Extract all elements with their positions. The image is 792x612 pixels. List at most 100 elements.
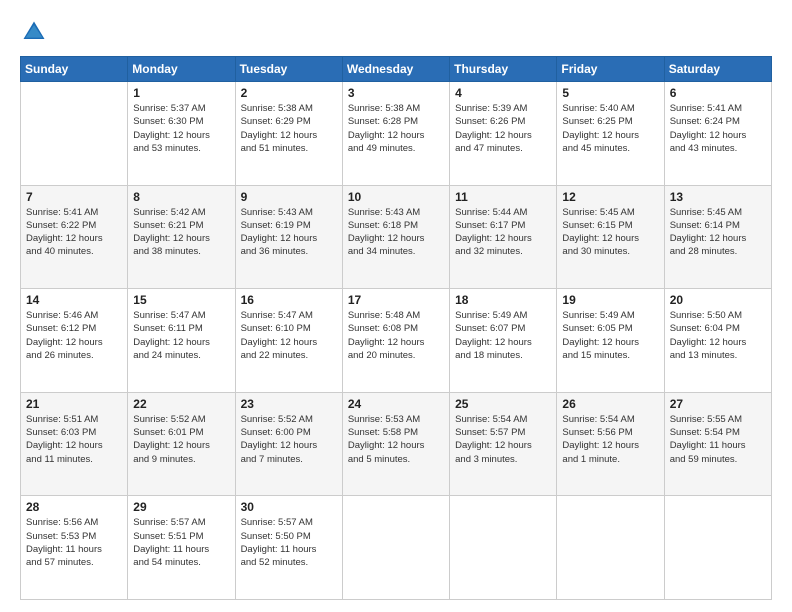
calendar-cell: 21 Sunrise: 5:51 AM Sunset: 6:03 PM Dayli…	[21, 392, 128, 496]
calendar-cell: 23Sunrise: 5:52 AM Sunset: 6:00 PM Dayli…	[235, 392, 342, 496]
logo	[20, 18, 52, 46]
calendar-cell: 7 Sunrise: 5:41 AM Sunset: 6:22 PM Daylig…	[21, 185, 128, 289]
weekday-header-sunday: Sunday	[21, 57, 128, 82]
day-number: 29	[133, 500, 229, 514]
calendar-cell: 20 Sunrise: 5:50 AM Sunset: 6:04 PM Dayli…	[664, 289, 771, 393]
day-number: 3	[348, 86, 444, 100]
day-number: 12	[562, 190, 658, 204]
weekday-header-saturday: Saturday	[664, 57, 771, 82]
day-number: 2	[241, 86, 337, 100]
day-info: Sunrise: 5:47 AM Sunset: 6:11 PM Dayligh…	[133, 309, 229, 362]
day-number: 1	[133, 86, 229, 100]
day-number: 10	[348, 190, 444, 204]
day-info: Sunrise: 5:53 AM Sunset: 5:58 PM Dayligh…	[348, 413, 444, 466]
calendar-cell: 9 Sunrise: 5:43 AM Sunset: 6:19 PM Daylig…	[235, 185, 342, 289]
day-info: Sunrise: 5:56 AM Sunset: 5:53 PM Dayligh…	[26, 516, 122, 569]
day-number: 28	[26, 500, 122, 514]
calendar-cell: 19 Sunrise: 5:49 AM Sunset: 6:05 PM Dayli…	[557, 289, 664, 393]
header	[20, 18, 772, 46]
calendar-cell: 14 Sunrise: 5:46 AM Sunset: 6:12 PM Dayli…	[21, 289, 128, 393]
calendar-cell: 24 Sunrise: 5:53 AM Sunset: 5:58 PM Dayli…	[342, 392, 449, 496]
calendar-cell: 5 Sunrise: 5:40 AM Sunset: 6:25 PM Daylig…	[557, 82, 664, 186]
day-info: Sunrise: 5:42 AM Sunset: 6:21 PM Dayligh…	[133, 206, 229, 259]
day-info: Sunrise: 5:38 AM Sunset: 6:29 PM Dayligh…	[241, 102, 337, 155]
day-number: 30	[241, 500, 337, 514]
day-info: Sunrise: 5:48 AM Sunset: 6:08 PM Dayligh…	[348, 309, 444, 362]
calendar-week-row: 7 Sunrise: 5:41 AM Sunset: 6:22 PM Daylig…	[21, 185, 772, 289]
calendar-cell: 2 Sunrise: 5:38 AM Sunset: 6:29 PM Daylig…	[235, 82, 342, 186]
day-number: 27	[670, 397, 766, 411]
day-number: 6	[670, 86, 766, 100]
day-number: 11	[455, 190, 551, 204]
day-info: Sunrise: 5:45 AM Sunset: 6:14 PM Dayligh…	[670, 206, 766, 259]
calendar-cell: 26 Sunrise: 5:54 AM Sunset: 5:56 PM Dayli…	[557, 392, 664, 496]
day-number: 13	[670, 190, 766, 204]
calendar-cell	[664, 496, 771, 600]
calendar-cell: 13 Sunrise: 5:45 AM Sunset: 6:14 PM Dayli…	[664, 185, 771, 289]
weekday-header-row: SundayMondayTuesdayWednesdayThursdayFrid…	[21, 57, 772, 82]
day-info: Sunrise: 5:45 AM Sunset: 6:15 PM Dayligh…	[562, 206, 658, 259]
weekday-header-tuesday: Tuesday	[235, 57, 342, 82]
calendar-cell	[450, 496, 557, 600]
calendar-cell: 3 Sunrise: 5:38 AM Sunset: 6:28 PM Daylig…	[342, 82, 449, 186]
calendar-cell: 1 Sunrise: 5:37 AM Sunset: 6:30 PM Daylig…	[128, 82, 235, 186]
day-number: 26	[562, 397, 658, 411]
day-info: Sunrise: 5:50 AM Sunset: 6:04 PM Dayligh…	[670, 309, 766, 362]
weekday-header-monday: Monday	[128, 57, 235, 82]
day-number: 5	[562, 86, 658, 100]
day-number: 9	[241, 190, 337, 204]
day-number: 22	[133, 397, 229, 411]
calendar-cell: 15Sunrise: 5:47 AM Sunset: 6:11 PM Dayli…	[128, 289, 235, 393]
weekday-header-wednesday: Wednesday	[342, 57, 449, 82]
day-info: Sunrise: 5:51 AM Sunset: 6:03 PM Dayligh…	[26, 413, 122, 466]
calendar-cell: 25Sunrise: 5:54 AM Sunset: 5:57 PM Dayli…	[450, 392, 557, 496]
day-number: 7	[26, 190, 122, 204]
calendar-cell	[342, 496, 449, 600]
calendar-cell: 27 Sunrise: 5:55 AM Sunset: 5:54 PM Dayli…	[664, 392, 771, 496]
calendar-cell: 28 Sunrise: 5:56 AM Sunset: 5:53 PM Dayli…	[21, 496, 128, 600]
day-info: Sunrise: 5:41 AM Sunset: 6:24 PM Dayligh…	[670, 102, 766, 155]
day-info: Sunrise: 5:49 AM Sunset: 6:07 PM Dayligh…	[455, 309, 551, 362]
calendar-week-row: 14 Sunrise: 5:46 AM Sunset: 6:12 PM Dayli…	[21, 289, 772, 393]
day-info: Sunrise: 5:47 AM Sunset: 6:10 PM Dayligh…	[241, 309, 337, 362]
day-number: 17	[348, 293, 444, 307]
day-number: 21	[26, 397, 122, 411]
calendar-cell	[557, 496, 664, 600]
day-info: Sunrise: 5:46 AM Sunset: 6:12 PM Dayligh…	[26, 309, 122, 362]
calendar-cell: 22 Sunrise: 5:52 AM Sunset: 6:01 PM Dayli…	[128, 392, 235, 496]
day-info: Sunrise: 5:43 AM Sunset: 6:18 PM Dayligh…	[348, 206, 444, 259]
calendar-week-row: 1 Sunrise: 5:37 AM Sunset: 6:30 PM Daylig…	[21, 82, 772, 186]
day-number: 23	[241, 397, 337, 411]
day-info: Sunrise: 5:37 AM Sunset: 6:30 PM Dayligh…	[133, 102, 229, 155]
calendar-cell: 17 Sunrise: 5:48 AM Sunset: 6:08 PM Dayli…	[342, 289, 449, 393]
day-number: 16	[241, 293, 337, 307]
calendar-cell: 29Sunrise: 5:57 AM Sunset: 5:51 PM Dayli…	[128, 496, 235, 600]
day-info: Sunrise: 5:49 AM Sunset: 6:05 PM Dayligh…	[562, 309, 658, 362]
calendar-cell: 4Sunrise: 5:39 AM Sunset: 6:26 PM Daylig…	[450, 82, 557, 186]
day-info: Sunrise: 5:38 AM Sunset: 6:28 PM Dayligh…	[348, 102, 444, 155]
calendar-cell: 10 Sunrise: 5:43 AM Sunset: 6:18 PM Dayli…	[342, 185, 449, 289]
day-info: Sunrise: 5:54 AM Sunset: 5:56 PM Dayligh…	[562, 413, 658, 466]
day-number: 20	[670, 293, 766, 307]
calendar-cell: 11 Sunrise: 5:44 AM Sunset: 6:17 PM Dayli…	[450, 185, 557, 289]
day-info: Sunrise: 5:40 AM Sunset: 6:25 PM Dayligh…	[562, 102, 658, 155]
calendar-cell	[21, 82, 128, 186]
day-info: Sunrise: 5:54 AM Sunset: 5:57 PM Dayligh…	[455, 413, 551, 466]
day-info: Sunrise: 5:43 AM Sunset: 6:19 PM Dayligh…	[241, 206, 337, 259]
logo-icon	[20, 18, 48, 46]
calendar-cell: 18Sunrise: 5:49 AM Sunset: 6:07 PM Dayli…	[450, 289, 557, 393]
calendar-week-row: 28 Sunrise: 5:56 AM Sunset: 5:53 PM Dayli…	[21, 496, 772, 600]
calendar-cell: 12 Sunrise: 5:45 AM Sunset: 6:15 PM Dayli…	[557, 185, 664, 289]
day-info: Sunrise: 5:52 AM Sunset: 6:01 PM Dayligh…	[133, 413, 229, 466]
page: SundayMondayTuesdayWednesdayThursdayFrid…	[0, 0, 792, 612]
day-number: 8	[133, 190, 229, 204]
day-info: Sunrise: 5:57 AM Sunset: 5:50 PM Dayligh…	[241, 516, 337, 569]
day-number: 14	[26, 293, 122, 307]
day-info: Sunrise: 5:55 AM Sunset: 5:54 PM Dayligh…	[670, 413, 766, 466]
day-number: 24	[348, 397, 444, 411]
day-info: Sunrise: 5:41 AM Sunset: 6:22 PM Dayligh…	[26, 206, 122, 259]
weekday-header-friday: Friday	[557, 57, 664, 82]
day-number: 19	[562, 293, 658, 307]
day-info: Sunrise: 5:44 AM Sunset: 6:17 PM Dayligh…	[455, 206, 551, 259]
calendar-cell: 8 Sunrise: 5:42 AM Sunset: 6:21 PM Daylig…	[128, 185, 235, 289]
